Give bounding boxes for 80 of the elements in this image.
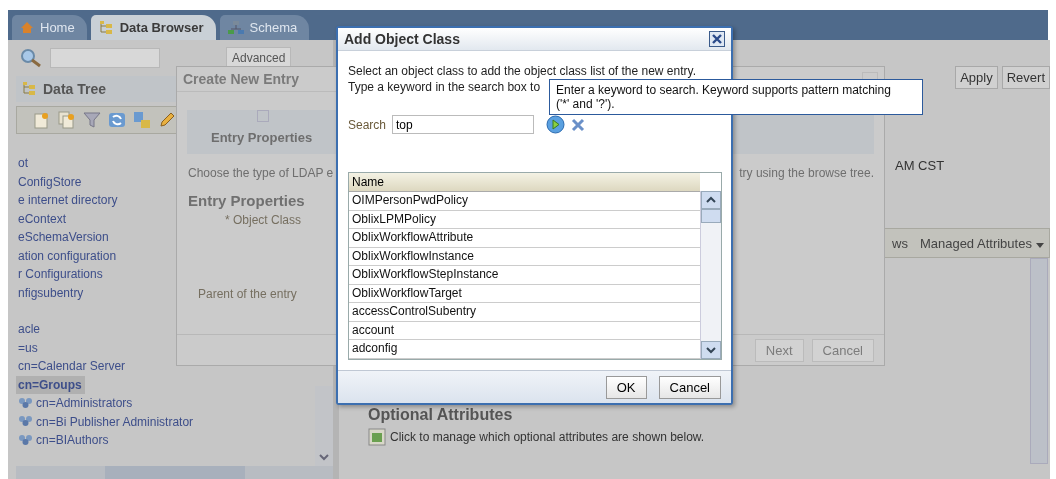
toolbar-label: ws (892, 235, 908, 251)
caret-icon (1035, 242, 1044, 248)
home-icon (20, 21, 34, 34)
menu-button[interactable]: Managed Attributes (919, 235, 1044, 251)
timestamp: AM CST (895, 158, 945, 173)
revert-button[interactable]: Revert (1001, 66, 1050, 89)
search-field[interactable] (50, 48, 160, 68)
instruction-text: Choose the type of LDAP e (188, 166, 334, 180)
table-row[interactable]: OblixWorkflowInstance (349, 247, 700, 266)
tab[interactable]: Schema (219, 15, 310, 40)
search-field[interactable]: top (392, 115, 535, 134)
instruction-text: try using the browse tree. (739, 166, 874, 180)
advanced-button[interactable]: Advanced (226, 47, 292, 69)
group-icon (18, 415, 33, 429)
tree-item[interactable]: cn=BIAuthors (16, 431, 112, 450)
instruction-text: Select an object class to add the object class list of the new entry. (348, 63, 696, 79)
table-row[interactable]: OblixWorkflowStepInstance (349, 266, 700, 285)
scrollbar[interactable] (315, 386, 333, 466)
tree-item[interactable]: nfigsubentry (16, 283, 87, 302)
scrollbar[interactable] (16, 466, 333, 479)
tab[interactable]: Home (12, 15, 87, 40)
tree-item[interactable]: ot (16, 154, 31, 173)
scroll-thumb[interactable] (701, 209, 721, 223)
tree-item[interactable]: cn=Administrators (16, 394, 136, 413)
chevron-down-icon[interactable] (317, 451, 331, 463)
tree-item[interactable]: cn=Groups (16, 375, 85, 394)
tree-item[interactable]: e internet directory (16, 191, 121, 210)
search-label: Search (348, 117, 387, 132)
hierarchy-icon (227, 20, 244, 35)
dialog-title: Create New Entry (183, 71, 299, 87)
close-icon[interactable] (709, 31, 725, 47)
scrollbar[interactable] (1030, 258, 1048, 464)
table-row[interactable]: adconfig (349, 340, 700, 359)
dialog-title: Add Object Class (344, 31, 460, 47)
column-header[interactable]: Name (349, 173, 700, 192)
copy-document-icon[interactable] (58, 111, 76, 129)
group-icon (18, 396, 33, 410)
table-row[interactable]: account (349, 321, 700, 340)
tree-item[interactable]: ConfigStore (16, 172, 85, 191)
apply-button[interactable]: Apply (955, 66, 998, 89)
tab[interactable]: Data Browser (90, 15, 216, 40)
tree-item[interactable]: cn=Calendar Server (16, 357, 129, 376)
tree-item[interactable]: r Configurations (16, 265, 106, 284)
refresh-icon[interactable] (108, 111, 126, 129)
tree-item[interactable]: cn=Bi Publisher Administrator (16, 412, 197, 431)
tree-item[interactable]: eSchemaVersion (16, 228, 112, 247)
tree-item[interactable]: =us (16, 338, 41, 357)
filter-icon[interactable] (83, 111, 101, 129)
field-label: * Object Class (225, 213, 302, 227)
tree-item[interactable]: acle (16, 320, 43, 339)
chevron-up-icon[interactable] (705, 195, 717, 205)
field-label: Parent of the entry (198, 287, 297, 301)
tooltip-text: Enter a keyword to search. Keyword supports pattern matching (556, 83, 892, 97)
panel-title: Data Tree (43, 81, 107, 97)
scrollbar[interactable] (700, 191, 721, 359)
chevron-down-icon[interactable] (705, 344, 717, 355)
table-row[interactable]: OblixWorkflowTarget (349, 284, 700, 303)
tree-icon (22, 82, 37, 96)
tooltip-text: ('*' and '?'). (556, 97, 616, 111)
search-icon[interactable] (20, 48, 42, 68)
dialog-button[interactable]: Cancel (658, 375, 721, 399)
tree-icon (98, 20, 114, 35)
section-title: Optional Attributes (368, 406, 514, 424)
group-icon (18, 433, 33, 447)
table-row[interactable]: OIMPersonPwdPolicy (349, 192, 700, 211)
dialog-button[interactable]: OK (605, 375, 647, 399)
table-row[interactable]: OblixWorkflowAttribute (349, 229, 700, 248)
instruction-text: Type a keyword in the search box to (348, 79, 541, 95)
tree-item[interactable]: ation configuration (16, 246, 120, 265)
table-row[interactable]: accessControlSubentry (349, 303, 700, 322)
step-marker-icon (257, 110, 269, 122)
tree-item[interactable]: eContext (16, 209, 70, 228)
pencil-icon[interactable] (158, 111, 176, 129)
hint-text: Click to manage which optional attributes are shown below. (390, 430, 705, 444)
new-document-icon[interactable] (33, 111, 51, 129)
step-label: Entry Properties (211, 130, 314, 145)
clear-icon[interactable] (571, 117, 586, 132)
table-row[interactable]: OblixLPMPolicy (349, 210, 700, 229)
go-icon[interactable] (546, 115, 566, 134)
section-title: Entry Properties (188, 192, 305, 209)
